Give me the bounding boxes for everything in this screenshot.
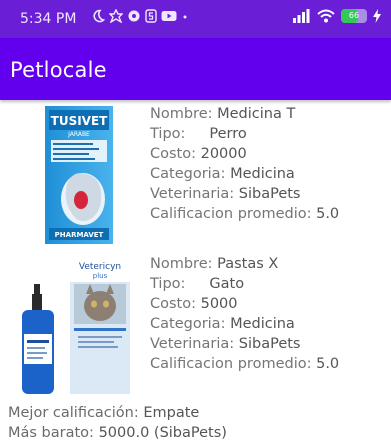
- product-categoria: Categoria: Medicina: [150, 314, 339, 334]
- gear-icon: [127, 9, 141, 29]
- charging-icon: [373, 9, 381, 23]
- battery-icon: 66: [341, 9, 367, 23]
- costo-value: 5000: [200, 296, 238, 312]
- product-tipo: Tipo: Gato: [150, 274, 339, 294]
- vetericyn-sub: plus: [93, 272, 108, 280]
- veterinaria-label: Veterinaria:: [150, 186, 239, 202]
- product-tipo: Tipo: Perro: [150, 124, 339, 144]
- product-costo: Costo: 5000: [150, 294, 339, 314]
- product-nombre: Nombre: Pastas X: [150, 254, 339, 274]
- vetericyn-product-image: Vetericyn plus: [20, 254, 132, 400]
- vetericyn-brand: Vetericyn: [79, 262, 121, 272]
- nombre-label: Nombre:: [150, 106, 218, 122]
- costo-label: Costo:: [150, 146, 201, 162]
- dot-icon: [181, 9, 189, 29]
- product-costo: Costo: 20000: [150, 144, 339, 164]
- calificacion-label: Calificacion promedio:: [150, 206, 317, 222]
- barato-value: 5000.0 (SibaPets): [98, 425, 227, 441]
- categoria-label: Categoria:: [150, 166, 231, 182]
- categoria-value: Medicina: [230, 316, 295, 332]
- moon-icon: [91, 9, 106, 29]
- nombre-label: Nombre:: [150, 256, 218, 272]
- mejor-calificacion: Mejor calificación: Empate: [8, 403, 227, 423]
- nombre-value: Medicina T: [217, 106, 296, 122]
- tusivet-brand: TUSIVET: [51, 114, 109, 128]
- product-calificacion: Calificacion promedio: 5.0: [150, 354, 339, 374]
- calificacion-label: Calificacion promedio:: [150, 356, 317, 372]
- tipo-label: Tipo:: [150, 126, 186, 142]
- product-nombre: Nombre: Medicina T: [150, 104, 339, 124]
- calificacion-value: 5.0: [316, 206, 340, 222]
- status-time: 5:34 PM: [20, 11, 77, 27]
- photos-icon: [108, 8, 124, 29]
- tusivet-product-image: TUSIVET JARABE PHARMAVET: [43, 104, 115, 250]
- categoria-value: Medicina: [230, 166, 295, 182]
- tipo-value: Perro: [209, 126, 247, 142]
- summary: Mejor calificación: Empate Más barato: 5…: [8, 403, 227, 443]
- veterinaria-label: Veterinaria:: [150, 336, 239, 352]
- signal-icon: [293, 9, 311, 23]
- veterinaria-value: SibaPets: [238, 336, 301, 352]
- product-info: Nombre: Medicina T Tipo: Perro Costo: 200…: [150, 104, 339, 224]
- tipo-value: Gato: [209, 276, 245, 292]
- battery-level: 66: [348, 11, 360, 20]
- product-info: Nombre: Pastas X Tipo: Gato Costo: 5000 C…: [150, 254, 339, 374]
- product-veterinaria: Veterinaria: SibaPets: [150, 334, 339, 354]
- veterinaria-value: SibaPets: [238, 186, 301, 202]
- tusivet-footer: PHARMAVET: [55, 231, 104, 239]
- tusivet-sub: JARABE: [67, 131, 90, 138]
- nombre-value: Pastas X: [217, 256, 279, 272]
- wifi-icon: [317, 9, 335, 23]
- s-icon: [145, 9, 157, 29]
- status-bar: 5:34 PM 66: [0, 0, 391, 38]
- categoria-label: Categoria:: [150, 316, 231, 332]
- mejor-value: Empate: [143, 405, 200, 421]
- mas-barato: Más barato: 5000.0 (SibaPets): [8, 423, 227, 443]
- product-calificacion: Calificacion promedio: 5.0: [150, 204, 339, 224]
- app-bar: Petlocale: [0, 38, 391, 100]
- calificacion-value: 5.0: [316, 356, 340, 372]
- costo-value: 20000: [200, 146, 247, 162]
- youtube-icon: [161, 10, 177, 28]
- product-veterinaria: Veterinaria: SibaPets: [150, 184, 339, 204]
- product-categoria: Categoria: Medicina: [150, 164, 339, 184]
- tipo-label: Tipo:: [150, 276, 186, 292]
- barato-label: Más barato:: [8, 425, 99, 441]
- status-right: 66: [293, 9, 381, 23]
- costo-label: Costo:: [150, 296, 201, 312]
- app-title: Petlocale: [10, 58, 107, 82]
- notification-icons: [91, 8, 189, 29]
- mejor-label: Mejor calificación:: [8, 405, 144, 421]
